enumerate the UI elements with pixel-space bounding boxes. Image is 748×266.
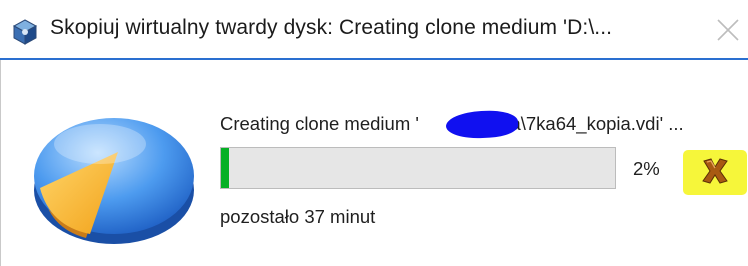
title-bar[interactable]: Skopiuj wirtualny twardy dysk: Creating …	[0, 0, 748, 58]
title-bar-border	[0, 58, 748, 60]
pie-progress-icon	[28, 92, 204, 252]
window-left-border	[0, 60, 1, 266]
cancel-button[interactable]	[700, 156, 730, 186]
cancel-x-icon	[702, 158, 728, 184]
close-icon	[717, 19, 739, 41]
virtualbox-cube-icon	[12, 19, 38, 45]
window-title: Skopiuj wirtualny twardy dysk: Creating …	[50, 16, 613, 39]
progress-dialog: Skopiuj wirtualny twardy dysk: Creating …	[0, 0, 748, 266]
progress-bar-fill	[221, 148, 229, 188]
status-filename: 7ka\7ka64_kopia.vdi' ...	[490, 113, 684, 134]
close-button[interactable]	[712, 14, 744, 46]
progress-bar	[220, 147, 616, 189]
time-remaining: pozostało 37 minut	[220, 206, 376, 227]
progress-percent: 2%	[633, 158, 660, 179]
status-prefix: Creating clone medium '	[220, 113, 419, 134]
